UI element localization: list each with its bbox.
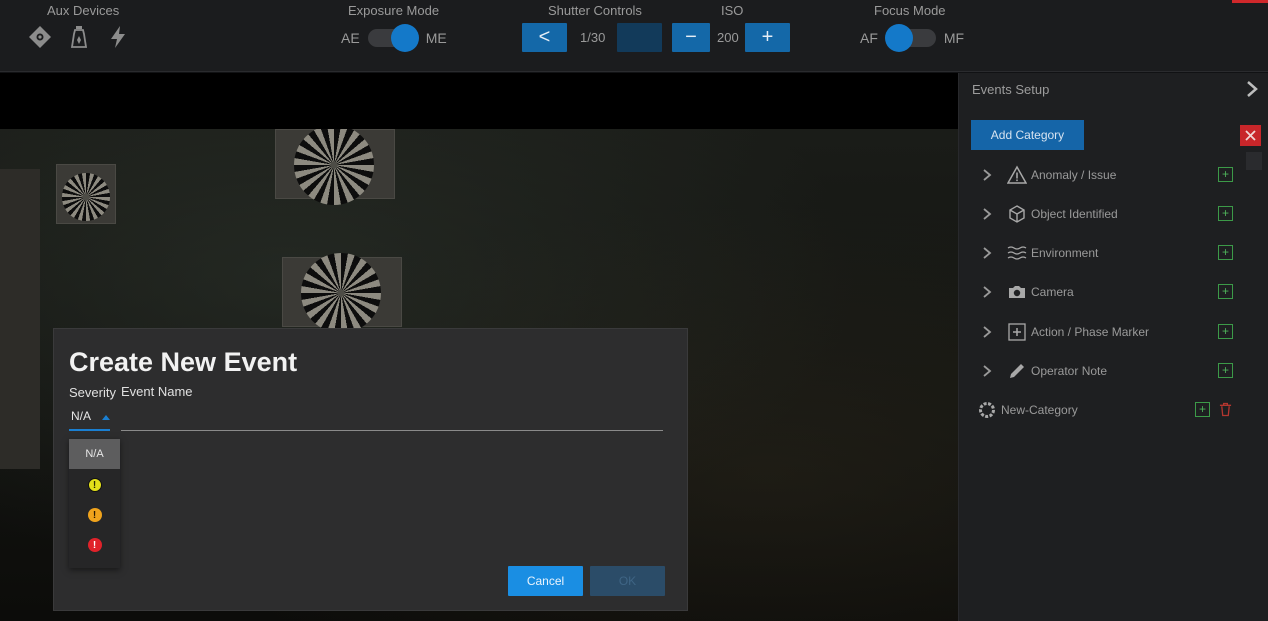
severity-selected-value: N/A	[71, 409, 92, 423]
expand-chevron-icon[interactable]	[981, 325, 993, 339]
camera-toolbar: Aux Devices Exposure Mode AE ME Shutter …	[0, 0, 1268, 72]
video-calibration-target-1	[275, 129, 395, 205]
exposure-toggle-knob[interactable]	[390, 24, 419, 52]
add-event-button[interactable]: +	[1218, 324, 1233, 339]
loading-ring-icon	[979, 402, 995, 418]
focus-mode-toggle-wrap: AF MF	[860, 24, 964, 52]
add-event-button[interactable]: +	[1195, 402, 1210, 417]
shutter-increase-button-disabled[interactable]	[617, 23, 662, 52]
category-row-new-category[interactable]: New-Category +	[959, 395, 1249, 425]
category-label: New-Category	[1001, 403, 1078, 417]
add-category-button[interactable]: Add Category	[971, 120, 1084, 150]
close-icon	[1245, 130, 1256, 141]
category-row-anomaly[interactable]: Anomaly / Issue +	[959, 160, 1249, 190]
shutter-controls-label: Shutter Controls	[548, 3, 642, 18]
category-label: Environment	[1031, 246, 1099, 260]
severity-dropdown-menu: N/A ! ! !	[69, 439, 120, 568]
iso-value: 200	[717, 30, 739, 45]
create-event-dialog: Create New Event Severity Event Name N/A…	[54, 329, 687, 610]
lantern-icon[interactable]	[67, 24, 91, 50]
events-setup-panel: Events Setup Add Category Anomaly / Issu…	[958, 73, 1268, 621]
video-left-strip	[0, 169, 40, 469]
add-event-button[interactable]: +	[1218, 206, 1233, 221]
close-panel-button[interactable]	[1240, 125, 1261, 146]
exposure-me-label: ME	[425, 30, 447, 46]
video-calibration-target-2	[282, 253, 402, 333]
severity-option-medium[interactable]: !	[69, 500, 120, 530]
iso-minus-button[interactable]: −	[672, 23, 710, 52]
severity-option-high[interactable]: !	[69, 530, 120, 560]
app-window: Aux Devices Exposure Mode AE ME Shutter …	[0, 0, 1268, 621]
expand-chevron-icon[interactable]	[981, 207, 993, 221]
video-letterbox	[0, 73, 958, 129]
category-label: Action / Phase Marker	[1031, 325, 1150, 339]
shutter-decrease-button[interactable]: <	[522, 23, 567, 52]
focus-mode-toggle[interactable]	[884, 24, 936, 52]
cube-icon	[1009, 205, 1025, 223]
category-row-environment[interactable]: Environment +	[959, 238, 1249, 268]
severity-option-low[interactable]: !	[69, 470, 120, 500]
add-event-button[interactable]: +	[1218, 245, 1233, 260]
exposure-mode-toggle[interactable]	[367, 24, 419, 52]
focus-mode-label: Focus Mode	[874, 3, 946, 18]
category-label: Object Identified	[1031, 207, 1118, 221]
focus-mf-label: MF	[943, 30, 965, 46]
aux-devices-label: Aux Devices	[47, 3, 120, 18]
video-calibration-target-3	[56, 164, 116, 224]
warning-triangle-icon	[1007, 165, 1027, 184]
severity-info-icon: !	[87, 478, 102, 492]
event-name-input[interactable]	[121, 407, 663, 431]
cancel-button[interactable]: Cancel	[508, 566, 583, 596]
severity-option-na[interactable]: N/A	[69, 439, 120, 469]
iso-label: ISO	[721, 3, 744, 18]
severity-label: Severity	[69, 385, 116, 400]
exposure-mode-group: Exposure Mode AE ME	[340, 0, 460, 72]
exposure-ae-label: AE	[341, 30, 360, 46]
category-row-action-phase-marker[interactable]: Action / Phase Marker +	[959, 317, 1249, 347]
event-name-label: Event Name	[121, 384, 193, 399]
category-label: Anomaly / Issue	[1031, 168, 1117, 182]
severity-warning-icon: !	[87, 508, 102, 522]
expand-chevron-icon[interactable]	[981, 168, 993, 182]
category-label: Camera	[1031, 285, 1074, 299]
expand-chevron-icon[interactable]	[981, 285, 993, 299]
add-event-button[interactable]: +	[1218, 284, 1233, 299]
video-siemens-star-3	[62, 173, 110, 221]
chevron-right-icon[interactable]	[1242, 79, 1262, 99]
events-setup-title: Events Setup	[972, 82, 1050, 97]
camera-icon	[1009, 286, 1025, 298]
focus-toggle-knob[interactable]	[884, 24, 913, 52]
ok-button[interactable]: OK	[590, 566, 665, 596]
category-row-camera[interactable]: Camera +	[959, 277, 1249, 307]
waves-icon	[1007, 246, 1027, 260]
category-row-object-identified[interactable]: Object Identified +	[959, 199, 1249, 229]
target-diamond-icon[interactable]	[28, 24, 52, 50]
add-event-button[interactable]: +	[1218, 363, 1233, 378]
category-row-operator-note[interactable]: Operator Note +	[959, 356, 1249, 386]
expand-chevron-icon[interactable]	[981, 246, 993, 260]
window-accent	[1232, 0, 1268, 3]
exposure-mode-label: Exposure Mode	[348, 3, 440, 18]
shutter-controls-group: Shutter Controls < 1/30	[520, 0, 670, 72]
plus-box-icon	[1008, 323, 1026, 341]
focus-mode-group: Focus Mode AF MF	[858, 0, 978, 72]
severity-select[interactable]: N/A	[69, 405, 110, 431]
add-event-button[interactable]: +	[1218, 167, 1233, 182]
shutter-value: 1/30	[580, 30, 606, 45]
pencil-icon	[1010, 364, 1024, 378]
video-siemens-star-1	[294, 129, 374, 205]
expand-chevron-icon[interactable]	[981, 364, 993, 378]
video-siemens-star-2	[301, 253, 381, 333]
flash-icon[interactable]	[106, 24, 130, 50]
exposure-mode-toggle-wrap: AE ME	[341, 24, 447, 52]
iso-group: ISO − 200 +	[670, 0, 800, 72]
iso-plus-button[interactable]: +	[745, 23, 790, 52]
severity-critical-icon: !	[87, 538, 102, 552]
trash-icon[interactable]	[1219, 402, 1232, 417]
caret-up-icon	[102, 415, 110, 420]
aux-devices-group: Aux Devices	[22, 0, 142, 72]
category-label: Operator Note	[1031, 364, 1108, 378]
focus-af-label: AF	[860, 30, 878, 46]
dialog-title: Create New Event	[69, 347, 298, 377]
